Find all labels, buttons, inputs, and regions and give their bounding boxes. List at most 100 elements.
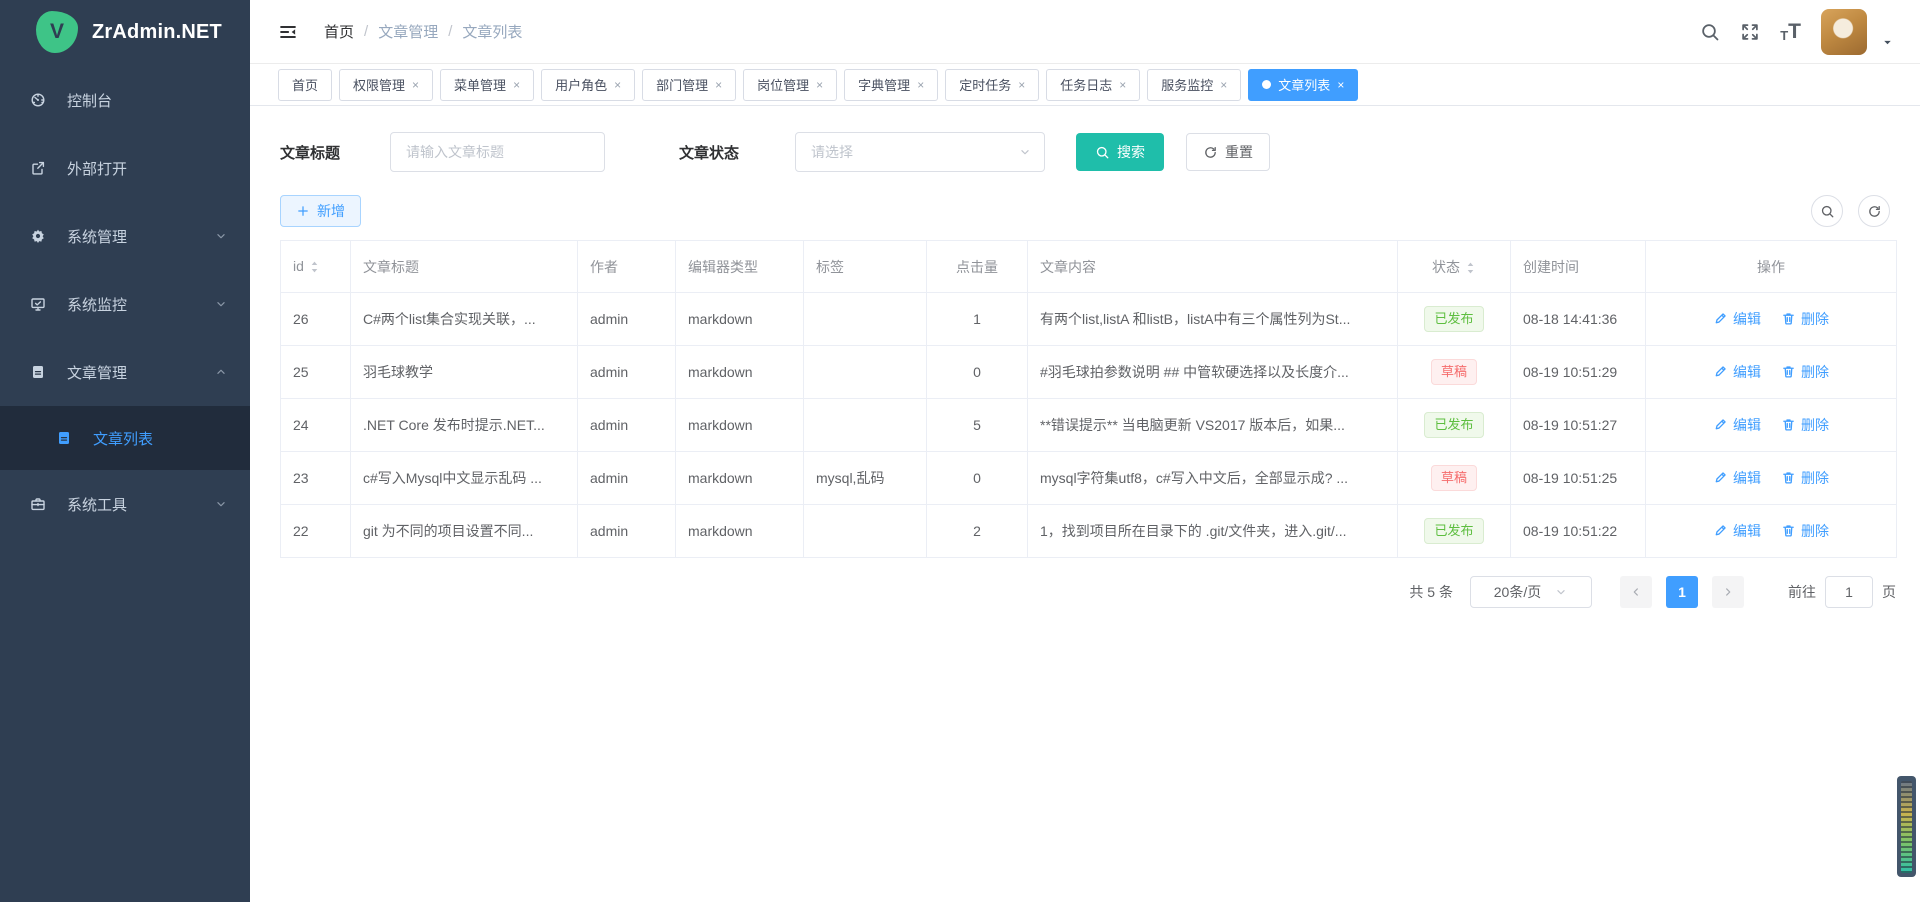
edit-button[interactable]: 编辑: [1713, 415, 1761, 435]
chevron-down-icon: [214, 229, 228, 243]
tab-item[interactable]: 首页: [278, 69, 332, 101]
cell-content: 1，找到项目所在目录下的 .git/文件夹，进入.git/...: [1028, 505, 1398, 558]
tabs-bar: 首页权限管理×菜单管理×用户角色×部门管理×岗位管理×字典管理×定时任务×任务日…: [250, 64, 1920, 106]
column-label: 作者: [590, 259, 618, 275]
tab-item[interactable]: 任务日志×: [1046, 69, 1140, 101]
cell-actions: 编辑删除: [1646, 346, 1897, 399]
edit-button[interactable]: 编辑: [1713, 468, 1761, 488]
reset-button[interactable]: 重置: [1186, 133, 1270, 171]
edit-button[interactable]: 编辑: [1713, 362, 1761, 382]
search-icon: [1820, 204, 1835, 219]
breadcrumb-item[interactable]: 首页: [324, 21, 354, 42]
close-icon[interactable]: ×: [1119, 78, 1126, 92]
close-icon[interactable]: ×: [1337, 78, 1344, 92]
page-number-button[interactable]: 1: [1666, 576, 1698, 608]
cell-editor: markdown: [676, 399, 804, 452]
tab-label: 菜单管理: [454, 75, 506, 94]
delete-button[interactable]: 删除: [1781, 521, 1829, 541]
status-badge: 已发布: [1424, 412, 1483, 438]
tab-item[interactable]: 服务监控×: [1147, 69, 1241, 101]
cell-title: C#两个list集合实现关联，...: [351, 293, 578, 346]
app-logo[interactable]: V ZrAdmin.NET: [0, 0, 250, 64]
sidebar-item-label: 系统工具: [67, 494, 214, 515]
tab-label: 文章列表: [1278, 75, 1330, 94]
sidebar-item[interactable]: 系统工具: [0, 470, 250, 538]
edit-button[interactable]: 编辑: [1713, 309, 1761, 329]
delete-button[interactable]: 删除: [1781, 468, 1829, 488]
sidebar-item-label: 外部打开: [67, 158, 228, 179]
breadcrumb-item[interactable]: 文章管理: [378, 21, 438, 42]
avatar[interactable]: [1821, 9, 1867, 55]
close-icon[interactable]: ×: [412, 78, 419, 92]
add-button[interactable]: 新增: [280, 195, 361, 227]
chevron-up-icon: [214, 365, 228, 379]
tab-item[interactable]: 定时任务×: [945, 69, 1039, 101]
refresh-table-button[interactable]: [1858, 195, 1890, 227]
cell-clicks: 5: [927, 399, 1028, 452]
tab-item[interactable]: 用户角色×: [541, 69, 635, 101]
column-header[interactable]: 状态: [1398, 241, 1511, 293]
chevron-right-icon: [1721, 585, 1735, 599]
table-body: 26C#两个list集合实现关联，...adminmarkdown1有两个lis…: [281, 293, 1897, 558]
tab-item[interactable]: 部门管理×: [642, 69, 736, 101]
caret-down-icon[interactable]: [1881, 36, 1894, 49]
tab-label: 权限管理: [353, 75, 405, 94]
delete-button[interactable]: 删除: [1781, 362, 1829, 382]
cell-status: 已发布: [1398, 505, 1511, 558]
delete-button[interactable]: 删除: [1781, 415, 1829, 435]
close-icon[interactable]: ×: [614, 78, 621, 92]
sidebar-collapse-icon[interactable]: [278, 22, 298, 42]
tab-item[interactable]: 菜单管理 ×: [440, 69, 534, 101]
article-status-select[interactable]: 请选择: [795, 132, 1045, 172]
cell-created: 08-19 10:51:27: [1511, 399, 1646, 452]
cell-content: **错误提示** 当电脑更新 VS2017 版本后，如果...: [1028, 399, 1398, 452]
cell-title: git 为不同的项目设置不同...: [351, 505, 578, 558]
chevron-down-icon: [214, 497, 228, 511]
column-header[interactable]: id: [281, 241, 351, 293]
tab-item[interactable]: 字典管理×: [844, 69, 938, 101]
sidebar-item[interactable]: 控制台: [0, 66, 250, 134]
prev-page-button[interactable]: [1620, 576, 1652, 608]
close-icon[interactable]: ×: [917, 78, 924, 92]
goto-page-input[interactable]: [1825, 576, 1873, 608]
trash-icon: [1781, 417, 1796, 432]
status-badge: 草稿: [1431, 359, 1477, 385]
sidebar-item[interactable]: 外部打开: [0, 134, 250, 202]
show-search-button[interactable]: [1811, 195, 1843, 227]
table-row: 24.NET Core 发布时提示.NET...adminmarkdown5**…: [281, 399, 1897, 452]
close-icon[interactable]: ×: [816, 78, 823, 92]
tab-item[interactable]: 岗位管理×: [743, 69, 837, 101]
text-size-icon[interactable]: TT: [1780, 21, 1801, 42]
trash-icon: [1781, 364, 1796, 379]
delete-button[interactable]: 删除: [1781, 309, 1829, 329]
column-label: 操作: [1757, 259, 1785, 275]
cell-content: #羽毛球拍参数说明 ## 中管软硬选择以及长度介...: [1028, 346, 1398, 399]
edit-icon: [1713, 523, 1728, 538]
edit-icon: [1713, 417, 1728, 432]
page-size-select[interactable]: 20条/页: [1470, 576, 1592, 608]
next-page-button[interactable]: [1712, 576, 1744, 608]
logo-icon: V: [36, 11, 78, 53]
close-icon[interactable]: ×: [715, 78, 722, 92]
sidebar-item[interactable]: 文章列表: [0, 406, 250, 470]
article-title-input[interactable]: [390, 132, 605, 172]
breadcrumb: 首页/文章管理/文章列表: [324, 21, 522, 42]
edit-button[interactable]: 编辑: [1713, 521, 1761, 541]
close-icon[interactable]: ×: [1018, 78, 1025, 92]
cell-tags: mysql,乱码: [804, 452, 927, 505]
cell-author: admin: [578, 505, 676, 558]
active-dot-icon: [1262, 80, 1271, 89]
tab-item[interactable]: 权限管理 ×: [339, 69, 433, 101]
cell-author: admin: [578, 452, 676, 505]
document-icon: [56, 430, 78, 446]
column-header: 文章标题: [351, 241, 578, 293]
close-icon[interactable]: ×: [513, 78, 520, 92]
sidebar-item[interactable]: 系统监控: [0, 270, 250, 338]
fullscreen-icon[interactable]: [1740, 22, 1760, 42]
search-icon[interactable]: [1700, 22, 1720, 42]
close-icon[interactable]: ×: [1220, 78, 1227, 92]
search-button[interactable]: 搜索: [1076, 133, 1164, 171]
sidebar-item[interactable]: 文章管理: [0, 338, 250, 406]
tab-active[interactable]: 文章列表 ×: [1248, 69, 1358, 101]
sidebar-item[interactable]: 系统管理: [0, 202, 250, 270]
